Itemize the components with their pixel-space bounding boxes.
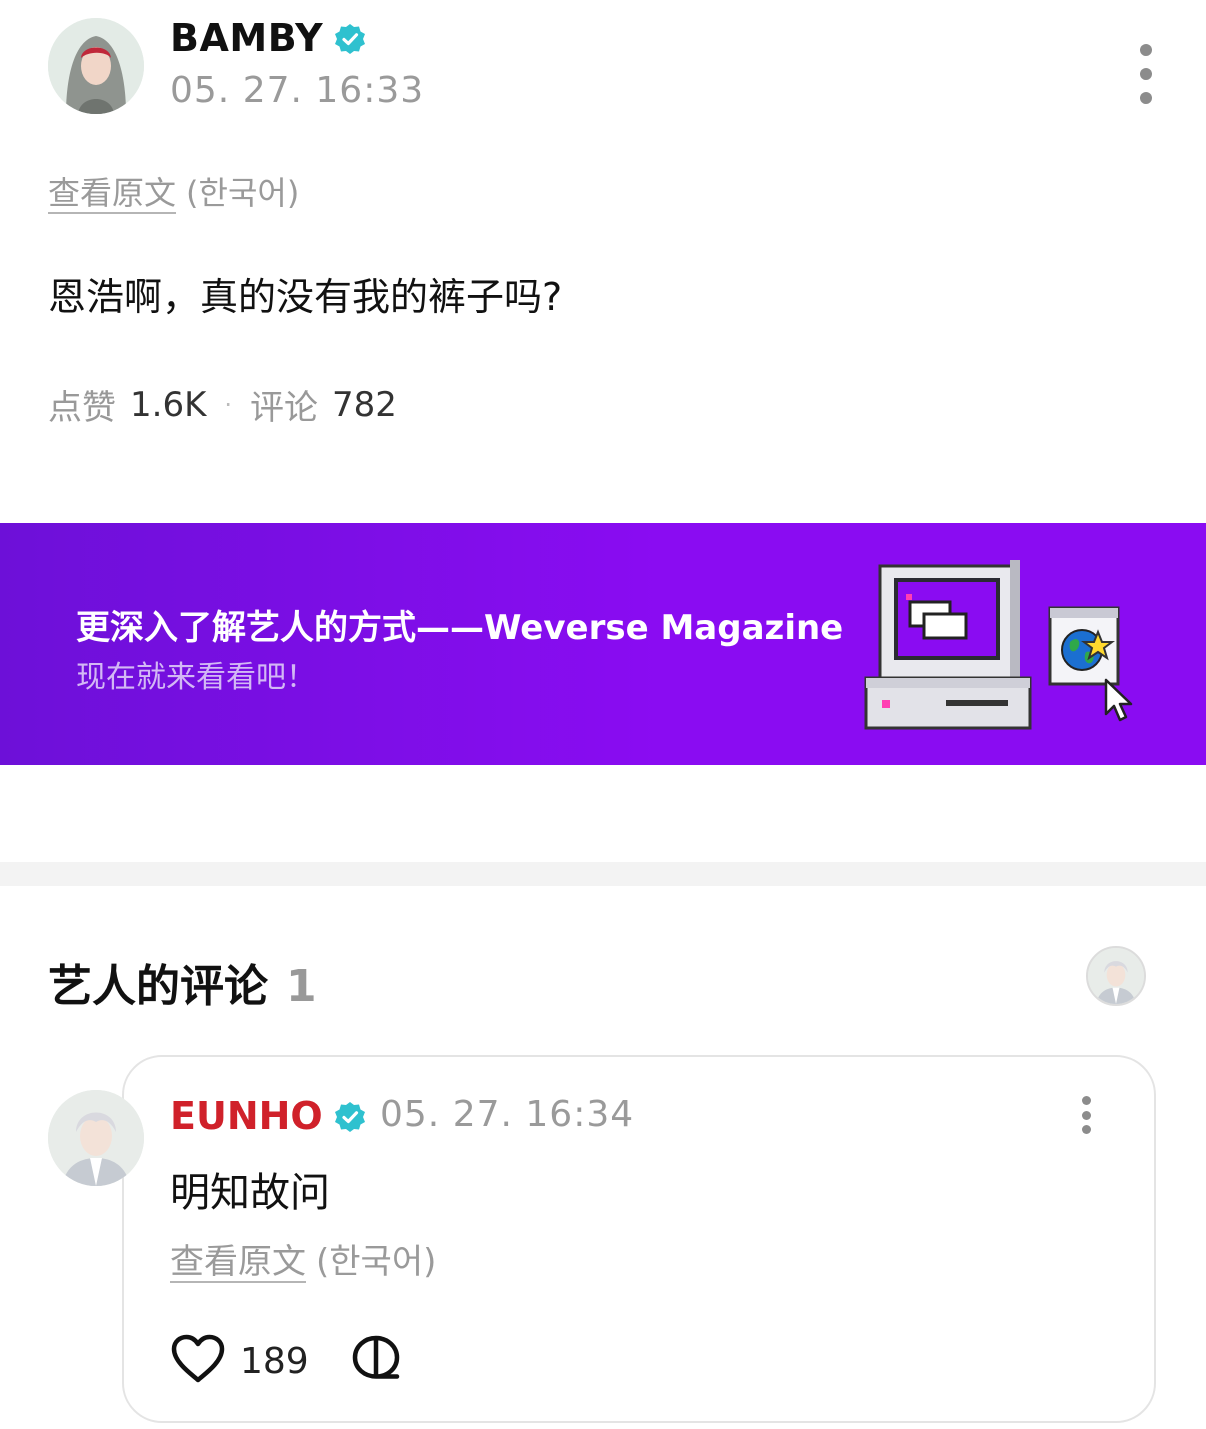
likes-label[interactable]: 点赞 bbox=[48, 380, 116, 429]
verified-badge-icon bbox=[333, 1099, 367, 1133]
banner-subtitle[interactable]: 现在就来看看吧！ bbox=[76, 652, 316, 696]
comment-author-text[interactable]: EUNHO bbox=[170, 1094, 323, 1138]
more-options-icon[interactable] bbox=[1136, 44, 1156, 104]
artist-comments-heading: 艺人的评论 1 bbox=[48, 950, 317, 1014]
comment-author-name[interactable]: EUNHO bbox=[170, 1094, 367, 1138]
comment-actions: 189 bbox=[170, 1334, 401, 1388]
comment-timestamp: 05. 27. 16:34 bbox=[380, 1094, 635, 1135]
post-body-text: 恩浩啊，真的没有我的裤子吗? bbox=[48, 275, 563, 319]
comments-count[interactable]: 782 bbox=[332, 385, 397, 425]
view-original-link[interactable]: 查看原文 bbox=[48, 168, 176, 214]
post-stats: 点赞 1.6K · 评论 782 bbox=[48, 380, 397, 429]
post-timestamp: 05. 27. 16:33 bbox=[170, 70, 425, 111]
artist-comments-title: 艺人的评论 bbox=[48, 961, 268, 1012]
like-button[interactable]: 189 bbox=[170, 1334, 309, 1388]
banner-title[interactable]: 更深入了解艺人的方式——Weverse Magazine bbox=[76, 600, 843, 649]
comment-view-original-link[interactable]: 查看原文 bbox=[170, 1234, 306, 1283]
comment-body-text: 明知故问 bbox=[170, 1170, 330, 1216]
original-language-label: (한국어) bbox=[186, 174, 300, 212]
section-divider bbox=[0, 862, 1206, 886]
author-avatar[interactable] bbox=[48, 18, 144, 114]
author-name-text[interactable]: BAMBY bbox=[170, 16, 323, 60]
comment-author-avatar[interactable] bbox=[48, 1090, 144, 1186]
retro-computer-illustration bbox=[860, 556, 1150, 745]
likes-count[interactable]: 1.6K bbox=[130, 385, 206, 425]
comments-label[interactable]: 评论 bbox=[250, 380, 318, 429]
author-name[interactable]: BAMBY bbox=[170, 16, 367, 60]
heart-icon[interactable] bbox=[170, 1334, 226, 1388]
verified-badge-icon bbox=[333, 21, 367, 55]
stats-separator: · bbox=[224, 390, 233, 419]
comment-bubble-icon[interactable] bbox=[351, 1334, 401, 1388]
view-original-row: 查看原文 (한국어) bbox=[48, 168, 299, 214]
artist-avatar-small[interactable] bbox=[1086, 946, 1146, 1006]
like-count: 189 bbox=[240, 1340, 309, 1382]
comment-original-language-label: (한국어) bbox=[316, 1242, 437, 1282]
comment-view-original-row: 查看原文 (한국어) bbox=[170, 1234, 436, 1283]
comment-more-options-icon[interactable] bbox=[1076, 1096, 1096, 1134]
artist-comments-count: 1 bbox=[286, 961, 317, 1012]
